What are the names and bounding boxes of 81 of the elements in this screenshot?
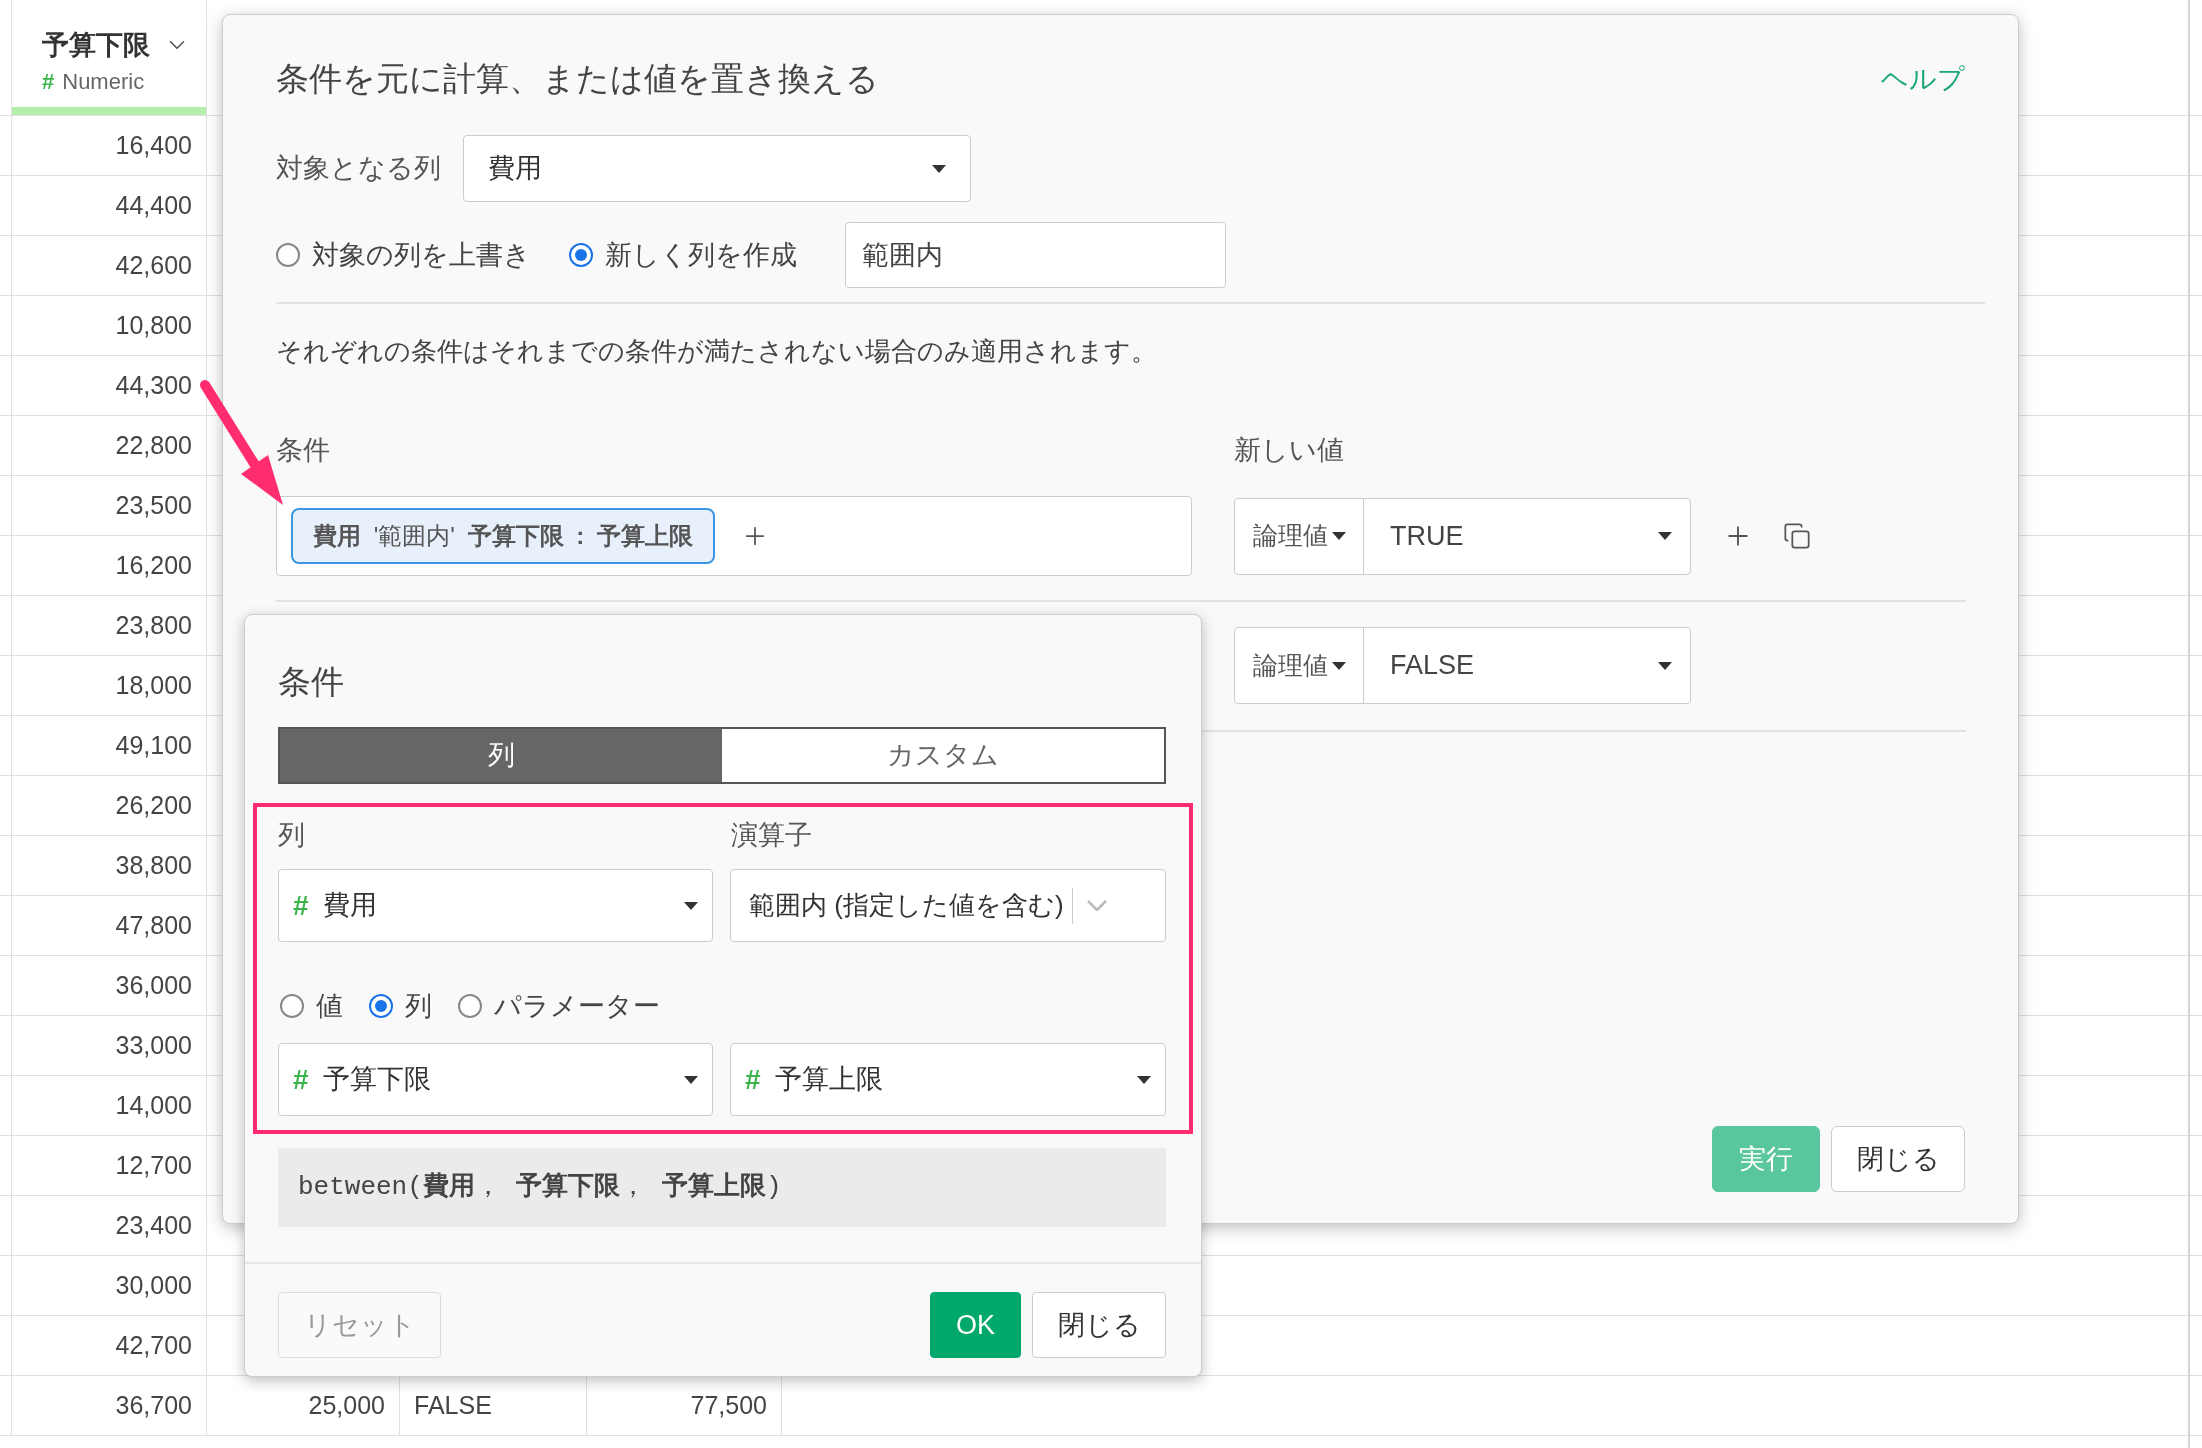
caret-icon [1331, 532, 1346, 540]
dialog-title: 条件を元に計算、または値を置き換える [276, 59, 879, 100]
field-label: 演算子 [731, 818, 812, 852]
table-cell-text: 23,500 [115, 489, 192, 521]
tab[interactable]: カスタム [722, 729, 1164, 782]
condition-field[interactable]: 費用 '範囲内' 予算下限 : 予算上限 [276, 496, 1192, 576]
table-cell-text: 23,800 [115, 609, 192, 641]
formula-preview: between(費用， 予算下限， 予算上限) [278, 1148, 1166, 1227]
caret-icon [1331, 661, 1346, 670]
radio-label: 値 [316, 989, 343, 1023]
table-cell-text: 18,000 [115, 669, 192, 701]
select-value: 予算下限 [322, 1063, 432, 1097]
table-cell-text: 30,000 [115, 1269, 192, 1301]
new-value-select[interactable]: 論理値 FALSE [1234, 627, 1691, 704]
caret-icon [684, 901, 698, 910]
table-cell-text: 49,100 [115, 729, 192, 761]
note-text: それぞれの条件はそれまでの条件が満たされない場合のみ適用されます。 [276, 336, 1158, 366]
column-select[interactable]: # 費用 [278, 869, 713, 942]
operator-select[interactable]: 範囲内 (指定した値を含む) [730, 869, 1166, 942]
radio-label: 列 [405, 989, 432, 1023]
radio-button[interactable] [276, 243, 300, 267]
table-cell-text: 44,300 [115, 369, 192, 401]
column-header-title: 予算下限 [42, 28, 150, 62]
numeric-mark: # [745, 1062, 761, 1097]
value-type: 論理値 [1252, 520, 1328, 552]
radio-button[interactable] [280, 994, 304, 1018]
caret-icon [684, 1075, 698, 1084]
select-value: TRUE [1389, 519, 1465, 553]
select-value: 費用 [322, 889, 378, 923]
numeric-mark: # [42, 68, 55, 97]
chevron-down-icon [1086, 900, 1107, 911]
radio-button[interactable] [569, 243, 593, 267]
numeric-mark: # [293, 1062, 309, 1097]
target-column-select[interactable]: 費用 [463, 135, 971, 202]
table-cell-text: 47,800 [115, 909, 192, 941]
table-cell-text: 38,800 [115, 849, 192, 881]
column-type: Numeric [62, 68, 145, 97]
radio-label: 新しく列を作成 [605, 238, 797, 272]
column-select[interactable]: # 予算下限 [278, 1043, 713, 1116]
table-cell-text: 22,800 [115, 429, 192, 461]
radio-label: パラメーター [494, 989, 660, 1023]
table-cell-text: 42,600 [115, 249, 192, 281]
new-value-select[interactable]: 論理値 TRUE [1234, 497, 1691, 575]
table-cell-text: 36,000 [115, 969, 192, 1001]
radio-button[interactable] [458, 994, 482, 1018]
dialog-button[interactable]: 閉じる [1831, 1126, 1965, 1192]
numeric-mark: # [293, 888, 309, 923]
table-cell-text: 23,400 [115, 1209, 192, 1241]
section-label: 条件 [276, 433, 331, 467]
caret-icon [1658, 661, 1672, 670]
radio-button[interactable] [369, 994, 393, 1018]
select-value: FALSE [1389, 649, 1476, 683]
table-cell-text: 10,800 [115, 309, 192, 341]
popup-button[interactable]: 閉じる [1032, 1292, 1166, 1358]
caret-icon [1658, 532, 1672, 540]
caret-icon [1137, 1075, 1151, 1084]
copy-icon[interactable] [1783, 522, 1811, 550]
table-cell-text: 12,700 [115, 1149, 192, 1181]
condition-chip[interactable]: 費用 '範囲内' 予算下限 : 予算上限 [291, 508, 715, 564]
table-cell-text: 42,700 [115, 1329, 192, 1361]
field-label: 列 [278, 818, 306, 852]
section-label: 新しい値 [1234, 433, 1344, 467]
radio-label: 対象の列を上書き [312, 238, 531, 272]
popup-title: 条件 [278, 665, 345, 699]
table-cell-text: 14,000 [115, 1089, 192, 1121]
table-cell-text: 16,400 [115, 129, 192, 161]
caret-icon [932, 164, 946, 173]
table-cell-text: 26,200 [115, 789, 192, 821]
value-type: 論理値 [1252, 649, 1328, 681]
table-cell-text: 77,500 [690, 1389, 767, 1421]
tab[interactable]: 列 [280, 729, 722, 782]
table-cell-text: 25,000 [308, 1389, 385, 1421]
table-cell-text: 44,400 [115, 189, 192, 221]
table-cell-text: 33,000 [115, 1029, 192, 1061]
column-select[interactable]: # 予算上限 [730, 1043, 1166, 1116]
field-label: 対象となる列 [276, 152, 441, 186]
select-value: 予算上限 [774, 1063, 884, 1097]
table-cell-text: 16,200 [115, 549, 192, 581]
new-column-name-field[interactable]: 範囲内 [845, 222, 1226, 288]
table-cell-text: FALSE [414, 1389, 492, 1421]
table-cell-text: 36,700 [115, 1389, 192, 1421]
